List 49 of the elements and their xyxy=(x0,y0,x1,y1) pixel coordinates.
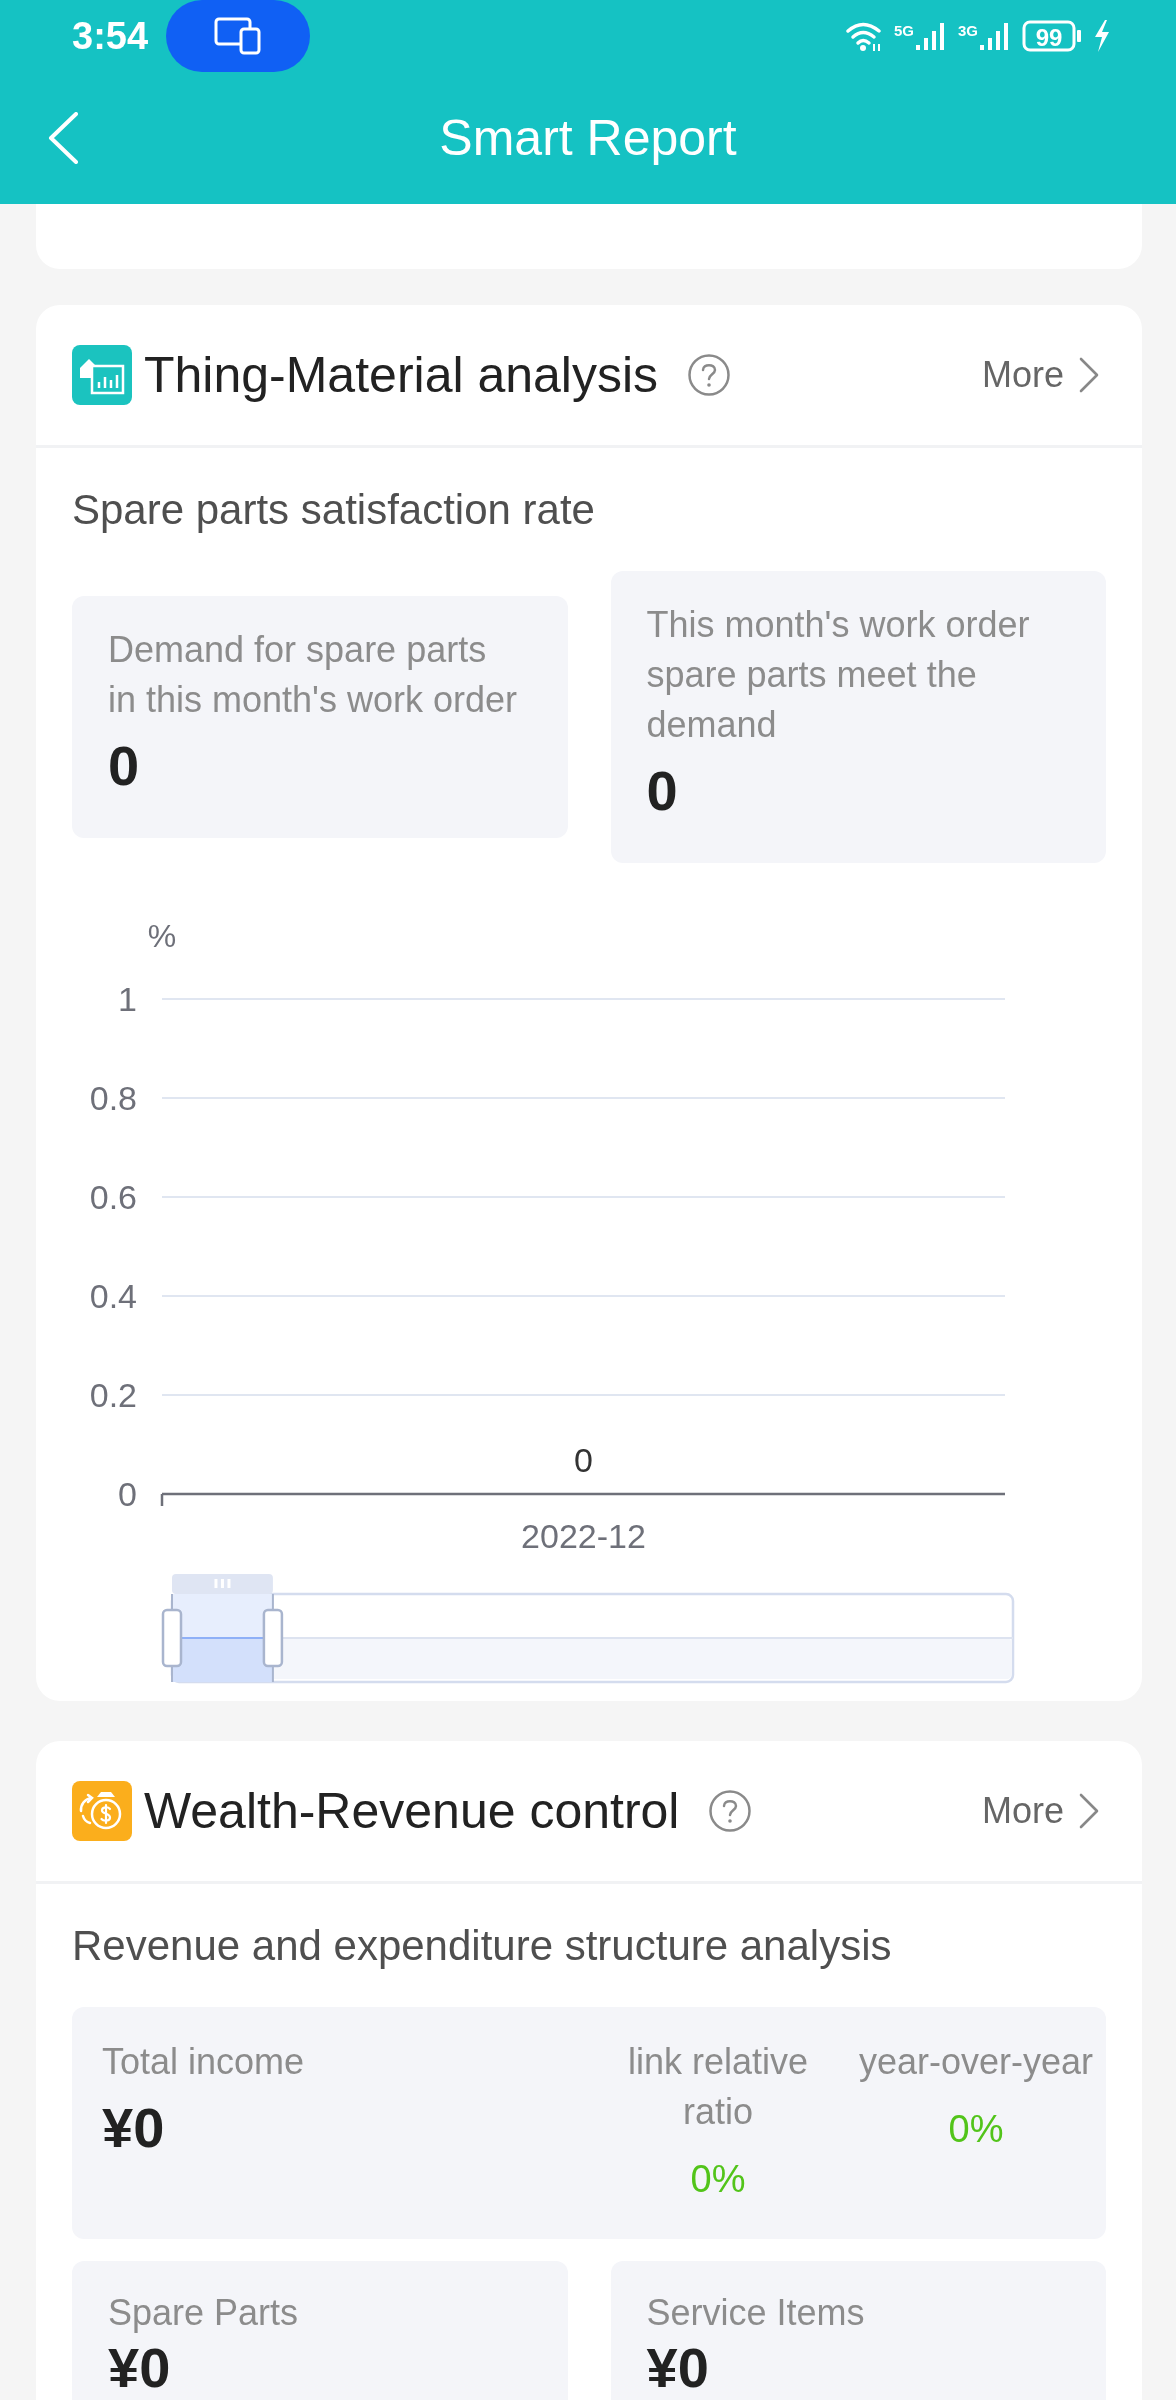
y-axis-label: 1 xyxy=(118,980,137,1018)
network-type: 3G xyxy=(958,23,978,38)
range-slider-track[interactable] xyxy=(170,1592,1015,1684)
y-axis-label: 0.2 xyxy=(89,1376,137,1414)
house-chart-icon xyxy=(72,345,132,405)
comparison-value: 0% xyxy=(690,2157,746,2202)
charging-bolt-icon xyxy=(1092,19,1112,53)
stat-label: Service Items xyxy=(646,2291,866,2335)
section-title: Thing-Material analysis xyxy=(144,346,659,405)
section-title: Wealth-Revenue control xyxy=(144,1782,680,1841)
data-label: 0 xyxy=(574,1441,593,1479)
chevron-right-icon xyxy=(1078,1793,1100,1829)
slider-handle[interactable] xyxy=(161,1593,183,1683)
stat-label: Total income xyxy=(102,2040,305,2084)
stat-value: ¥0 xyxy=(108,2340,172,2396)
help-icon[interactable] xyxy=(688,354,731,396)
chevron-right-icon xyxy=(1078,357,1100,393)
y-axis-title: % xyxy=(147,918,177,954)
comparison-label: year-over-year xyxy=(858,2040,1094,2084)
battery-level: 99 xyxy=(1022,20,1082,52)
stat-label: Demand for spare parts in this month's work order xyxy=(108,628,519,722)
section-subtitle: Spare parts satisfaction rate xyxy=(72,485,596,535)
chevron-left-icon xyxy=(48,112,78,164)
stat-value: 0 xyxy=(646,759,679,823)
stat-value: ¥0 xyxy=(102,2096,165,2160)
comparison-label: link relative ratio xyxy=(626,2040,810,2134)
section-subtitle: Revenue and expenditure structure analysis xyxy=(72,1921,893,1971)
stat-value: 0 xyxy=(108,734,141,798)
drag-handle[interactable] xyxy=(172,1574,273,1594)
wifi-icon xyxy=(845,20,884,52)
y-axis-label: 0.8 xyxy=(89,1079,137,1117)
money-bag-icon xyxy=(72,1781,132,1841)
back-button[interactable] xyxy=(48,112,78,164)
devices-icon xyxy=(214,17,263,55)
page-title: Smart Report xyxy=(439,109,737,168)
slider-handle[interactable] xyxy=(262,1593,284,1683)
status-time: 3:54 xyxy=(72,14,149,58)
stat-label: Spare Parts xyxy=(108,2291,300,2335)
network-type: 5G xyxy=(893,23,914,38)
comparison-value: 0% xyxy=(948,2107,1004,2152)
more-link[interactable]: More xyxy=(981,353,1100,397)
x-axis-label: 2022-12 xyxy=(521,1517,646,1555)
y-axis-label: 0 xyxy=(118,1475,137,1513)
y-axis-label: 0.6 xyxy=(89,1178,137,1216)
more-link[interactable]: More xyxy=(981,1789,1100,1833)
y-axis-label: 0.4 xyxy=(89,1277,137,1315)
help-icon[interactable] xyxy=(709,1790,752,1832)
stat-label: This month's work order spare parts meet the demand xyxy=(646,603,1031,747)
stat-value: ¥0 xyxy=(646,2340,710,2396)
